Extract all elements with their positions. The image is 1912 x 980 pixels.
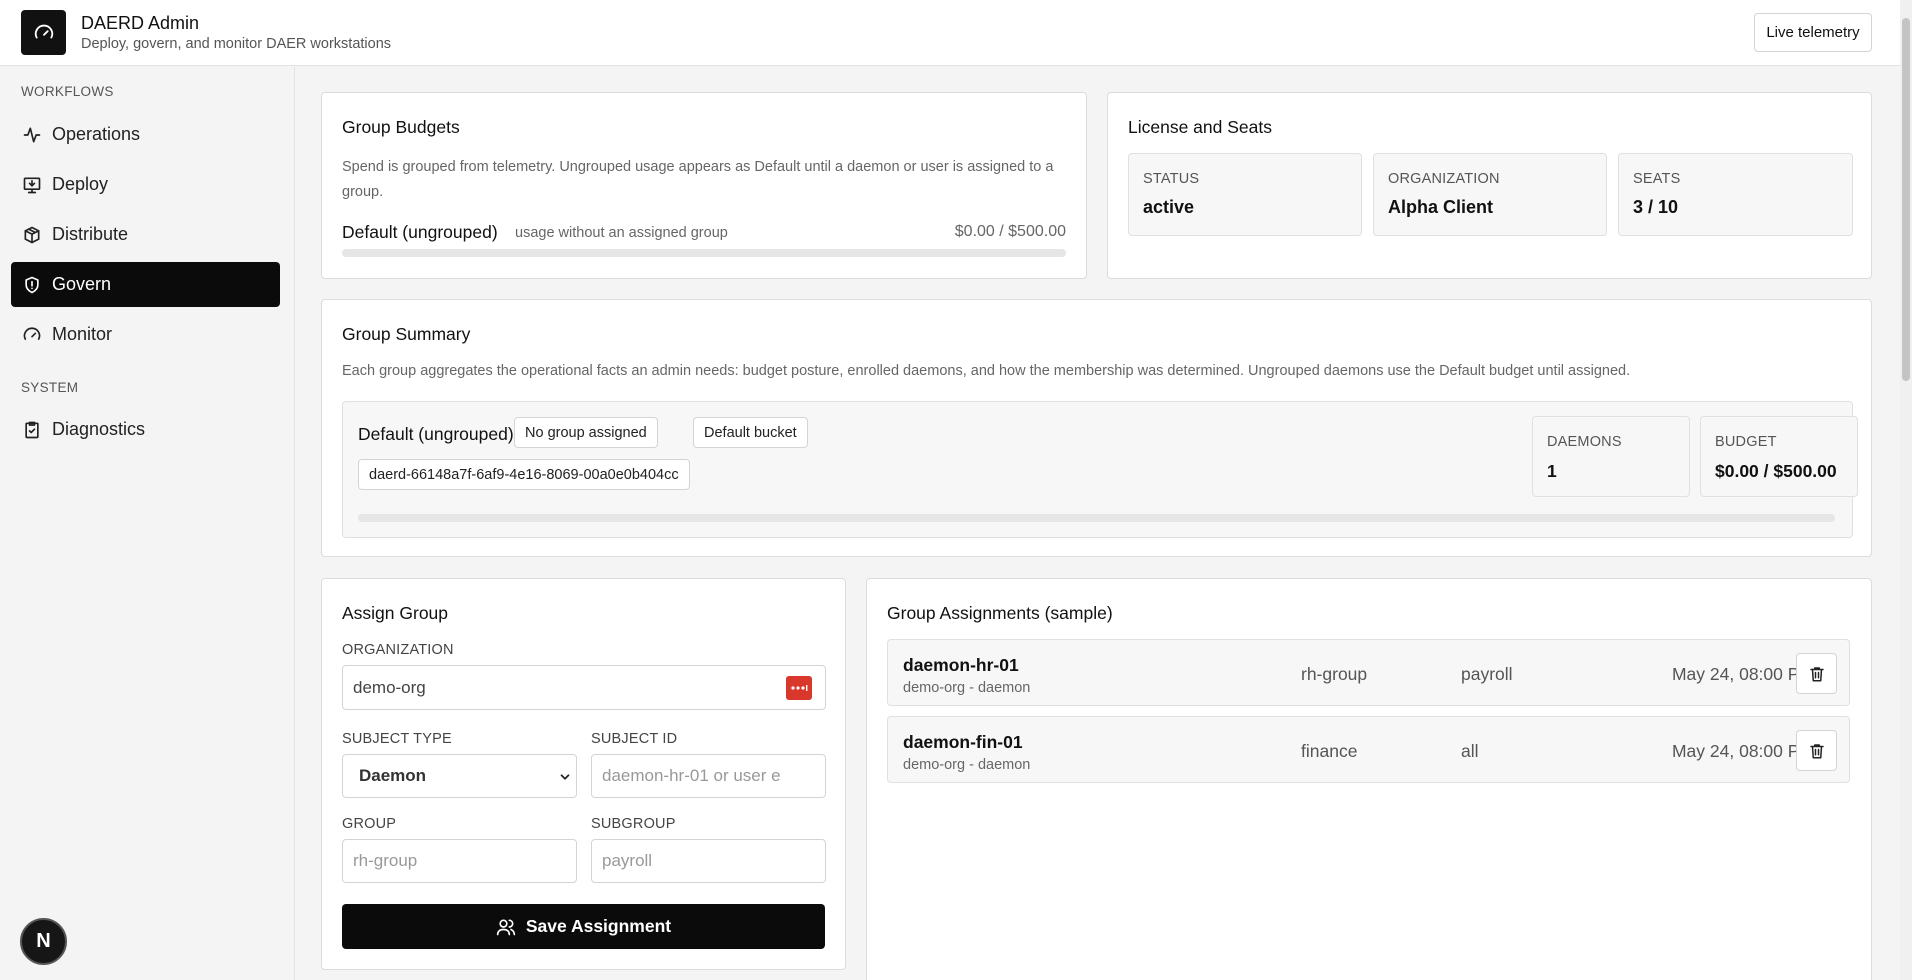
assignment-subgroup: payroll [1461, 664, 1513, 684]
tile-label: BUDGET [1715, 434, 1777, 450]
assignment-group: finance [1301, 741, 1358, 761]
sidebar-item-label: Monitor [52, 324, 113, 344]
assignment-row[interactable]: daemon-fin-01 demo-org - daemon finance … [887, 716, 1850, 783]
card-title: Assign Group [342, 603, 449, 623]
organization-input[interactable]: demo-org [342, 665, 826, 710]
card-title: Group Budgets [342, 117, 460, 137]
card-description: Each group aggregates the operational fa… [342, 363, 1631, 379]
tile-label: STATUS [1143, 171, 1200, 187]
assignment-name: daemon-hr-01 [903, 655, 1019, 675]
budget-tile: BUDGET $0.00 / $500.00 [1700, 416, 1858, 497]
sidebar-item-label: Operations [52, 124, 141, 144]
sidebar-item-deploy[interactable]: Deploy [11, 162, 280, 207]
save-assignment-button[interactable]: Save Assignment [342, 904, 825, 949]
assignment-name: daemon-fin-01 [903, 732, 1023, 752]
app-logo [21, 10, 66, 55]
tile-value: 1 [1547, 461, 1557, 481]
app-title: DAERD Admin [81, 13, 200, 33]
sidebar-item-govern[interactable]: Govern [11, 262, 280, 307]
package-icon [22, 225, 42, 245]
group-summary-card: Group Summary Each group aggregates the … [321, 299, 1872, 557]
card-title: Group Summary [342, 324, 471, 344]
chevron-down-icon [560, 774, 570, 780]
budget-amount: $0.00 / $500.00 [954, 223, 1066, 240]
group-label: GROUP [342, 816, 397, 832]
scrollbar-thumb[interactable] [1902, 18, 1910, 381]
group-budgets-card: Group Budgets Spend is grouped from tele… [321, 92, 1087, 279]
subject-type-label: SUBJECT TYPE [342, 731, 452, 747]
group-input[interactable]: rh-group [342, 839, 577, 883]
assignment-date: May 24, 08:00 PM [1671, 741, 1814, 761]
tile-label: SEATS [1633, 171, 1681, 187]
delete-assignment-button[interactable] [1796, 730, 1837, 771]
budget-group-note: usage without an assigned group [515, 225, 728, 241]
tile-value: active [1143, 197, 1195, 217]
password-manager-icon[interactable] [786, 676, 812, 700]
sidebar-item-label: Distribute [52, 224, 129, 244]
sidebar-item-label: Diagnostics [52, 419, 146, 439]
sidebar-item-label: Deploy [52, 174, 109, 194]
assignment-meta: demo-org - daemon [903, 757, 1031, 773]
sidebar-item-distribute[interactable]: Distribute [11, 212, 280, 257]
monitor-download-icon [22, 175, 42, 195]
tile-value: 3 / 10 [1633, 197, 1679, 217]
gauge-icon [22, 325, 42, 345]
save-assignment-label: Save Assignment [525, 916, 672, 936]
sidebar-section-workflows: WORKFLOWS [21, 84, 114, 99]
subject-type-value: Daemon [359, 766, 427, 785]
gauge-icon [34, 24, 53, 38]
assignment-row[interactable]: daemon-hr-01 demo-org - daemon rh-group … [887, 639, 1850, 706]
license-seats-tile: SEATS 3 / 10 [1618, 153, 1853, 236]
group-summary-row[interactable]: Default (ungrouped) No group assigned De… [342, 401, 1858, 538]
tile-value: Alpha Client [1388, 197, 1494, 217]
sidebar-section-system: SYSTEM [21, 380, 79, 395]
budget-progress-bar [342, 249, 1066, 257]
assignment-meta: demo-org - daemon [903, 680, 1031, 696]
tile-value: $0.00 / $500.00 [1715, 461, 1837, 481]
default-bucket-chip: Default bucket [693, 417, 808, 448]
daemons-tile: DAEMONS 1 [1532, 416, 1690, 497]
assignment-date: May 24, 08:00 PM [1671, 664, 1814, 684]
subject-type-select[interactable]: Daemon [342, 754, 577, 798]
subject-id-label: SUBJECT ID [591, 731, 678, 747]
delete-assignment-button[interactable] [1796, 653, 1837, 694]
daemon-id-chip: daerd-66148a7f-6af9-4e16-8069-00a0e0b404… [358, 459, 690, 490]
activity-icon [22, 125, 42, 145]
subgroup-label: SUBGROUP [591, 816, 676, 832]
sidebar-item-monitor[interactable]: Monitor [11, 312, 280, 357]
trash-icon [1809, 743, 1824, 758]
organization-label: ORGANIZATION [342, 642, 454, 658]
assignment-subgroup: all [1461, 741, 1479, 761]
tile-label: DAEMONS [1547, 434, 1622, 450]
budget-group-name: Default (ungrouped) [342, 222, 498, 242]
license-card: License and Seats STATUS active ORGANIZA… [1107, 92, 1872, 279]
dev-badge[interactable]: N [20, 918, 67, 965]
app-subtitle: Deploy, govern, and monitor DAER worksta… [81, 36, 392, 52]
live-telemetry-button[interactable]: Live telemetry [1754, 13, 1872, 52]
organization-value: demo-org [353, 677, 426, 697]
top-header: DAERD Admin Deploy, govern, and monitor … [0, 0, 1900, 66]
shield-icon [22, 275, 42, 295]
sidebar-item-diagnostics[interactable]: Diagnostics [11, 407, 280, 452]
trash-icon [1809, 666, 1824, 681]
sidebar-item-operations[interactable]: Operations [11, 112, 280, 157]
page-scrollbar[interactable] [1900, 0, 1912, 980]
subgroup-input[interactable]: payroll [591, 839, 826, 883]
license-organization-tile: ORGANIZATION Alpha Client [1373, 153, 1607, 236]
sidebar: WORKFLOWS Operations Deploy Distribute G… [0, 67, 295, 980]
assignment-group: rh-group [1301, 664, 1368, 684]
card-title: License and Seats [1128, 117, 1272, 137]
no-group-chip: No group assigned [514, 417, 658, 448]
sidebar-item-label: Govern [52, 274, 112, 294]
subject-id-input[interactable]: daemon-hr-01 or user e [591, 754, 826, 798]
clipboard-check-icon [22, 420, 42, 440]
license-status-tile: STATUS active [1128, 153, 1362, 236]
card-title: Group Assignments (sample) [887, 603, 1113, 623]
card-description: Spend is grouped from telemetry. Ungroup… [342, 159, 1054, 200]
users-icon [496, 919, 516, 935]
summary-group-name: Default (ungrouped) [358, 424, 514, 444]
summary-progress-bar [358, 514, 1835, 522]
tile-label: ORGANIZATION [1388, 171, 1500, 187]
